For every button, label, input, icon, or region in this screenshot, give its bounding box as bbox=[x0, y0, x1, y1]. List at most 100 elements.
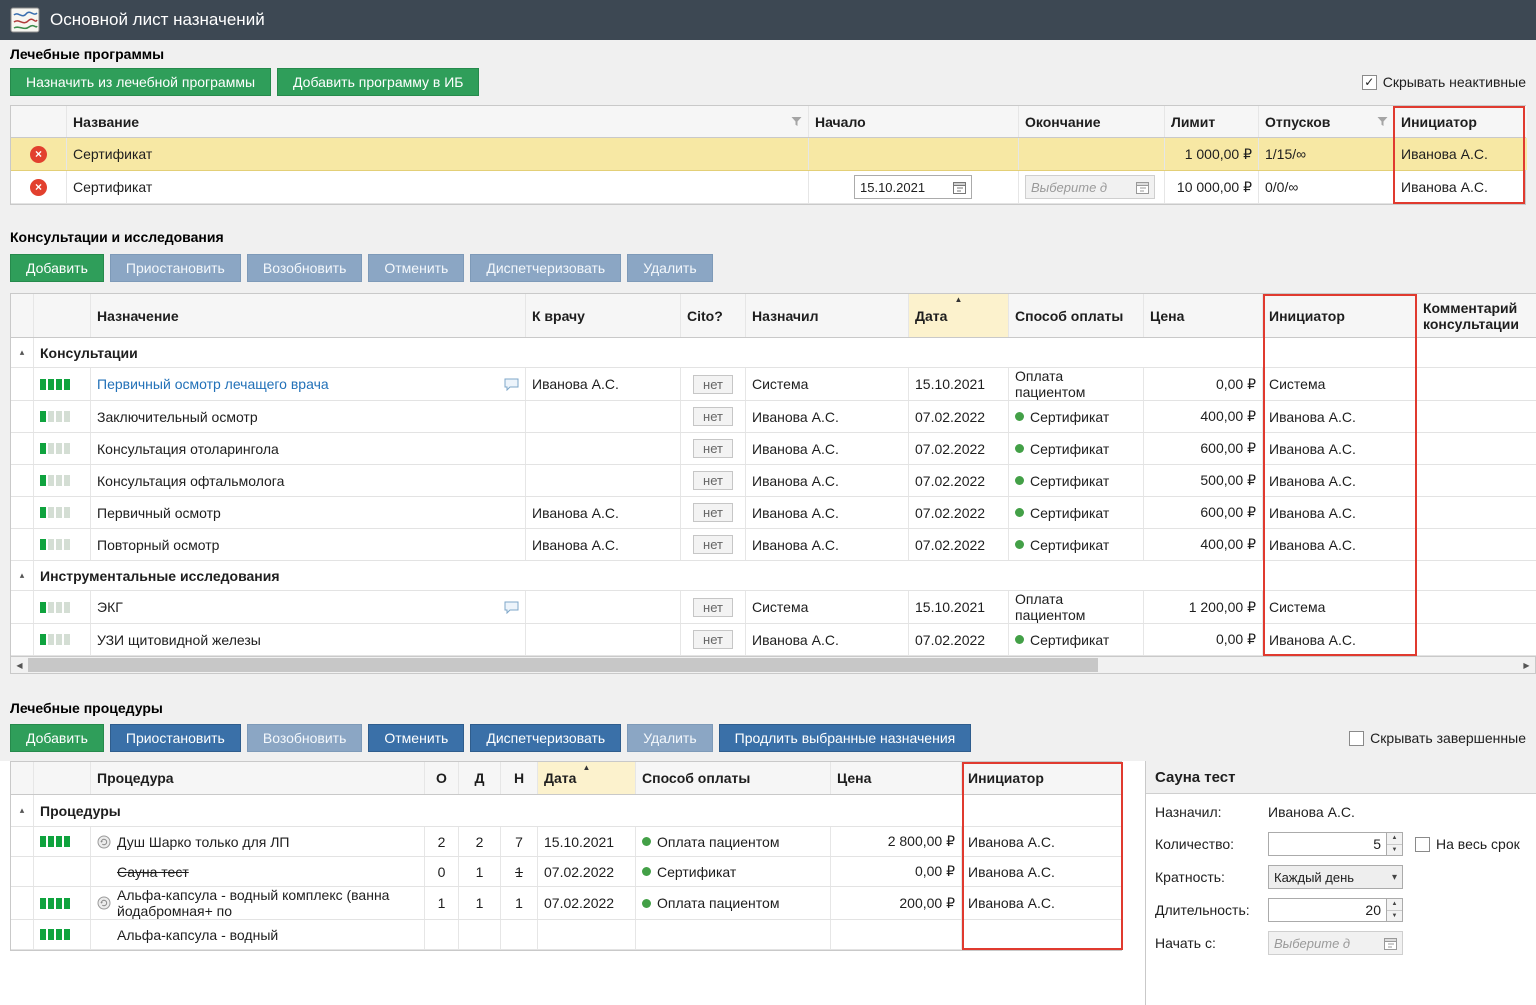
group-row-consultations[interactable]: ▴ Консультации bbox=[11, 338, 1536, 368]
cell-initiator: Иванова А.С. bbox=[962, 857, 1123, 886]
full-period-checkbox[interactable]: На весь срок bbox=[1415, 836, 1520, 852]
payment-label: Сертификат bbox=[1030, 632, 1109, 648]
cell-appointment: Заключительный осмотр bbox=[91, 401, 526, 432]
consultation-row[interactable]: Повторный осмотр Иванова А.С. нет Иванов… bbox=[11, 529, 1536, 561]
cell-comment bbox=[1417, 433, 1536, 464]
col-header-appointment[interactable]: Назначение bbox=[91, 294, 526, 337]
resume-button[interactable]: Возобновить bbox=[247, 724, 363, 752]
procedure-row[interactable]: Сауна тест 0 1 1 07.02.2022 Сертификат 0… bbox=[11, 857, 1121, 887]
dispatch-button[interactable]: Диспетчеризовать bbox=[470, 254, 621, 282]
collapse-icon[interactable]: ▴ bbox=[11, 795, 34, 826]
col-header-comment[interactable]: Комментарий консультации bbox=[1417, 294, 1536, 337]
col-header-price[interactable]: Цена bbox=[831, 762, 962, 794]
spin-down-icon[interactable]: ▼ bbox=[1387, 845, 1402, 856]
add-button[interactable]: Добавить bbox=[10, 724, 104, 752]
duration-value[interactable]: 20 bbox=[1269, 899, 1386, 921]
procedure-row[interactable]: Альфа-капсула - водный комплекс (ванна й… bbox=[11, 887, 1121, 920]
extend-selected-button[interactable]: Продлить выбранные назначения bbox=[719, 724, 972, 752]
quantity-stepper[interactable]: 5 ▲▼ bbox=[1268, 832, 1403, 856]
add-button[interactable]: Добавить bbox=[10, 254, 104, 282]
quantity-value[interactable]: 5 bbox=[1269, 833, 1386, 855]
add-program-to-history-button[interactable]: Добавить программу в ИБ bbox=[277, 68, 479, 96]
procedure-row[interactable]: Душ Шарко только для ЛП 2 2 7 15.10.2021… bbox=[11, 827, 1121, 857]
col-header-o[interactable]: О bbox=[425, 762, 459, 794]
consultation-row[interactable]: ЭКГ нет Система 15.10.2021 Оплата пациен… bbox=[11, 591, 1536, 624]
start-from-date-input[interactable]: Выберите д bbox=[1268, 931, 1403, 955]
delete-icon[interactable]: × bbox=[30, 146, 47, 163]
end-date-input[interactable]: Выберите д bbox=[1025, 175, 1155, 199]
assign-from-program-button[interactable]: Назначить из лечебной программы bbox=[10, 68, 271, 96]
procedure-row[interactable]: Альфа-капсула - водный bbox=[11, 920, 1121, 950]
col-header-dispensed[interactable]: Отпусков bbox=[1259, 106, 1395, 137]
consultation-row[interactable]: Первичный осмотр Иванова А.С. нет Иванов… bbox=[11, 497, 1536, 529]
checkbox-checked-icon: ✓ bbox=[1362, 75, 1377, 90]
cell-date: 15.10.2021 bbox=[909, 591, 1009, 623]
col-header-name[interactable]: Название bbox=[67, 106, 809, 137]
hide-inactive-checkbox[interactable]: ✓ Скрывать неактивные bbox=[1362, 74, 1526, 90]
filter-icon[interactable] bbox=[791, 116, 802, 127]
col-header-payment[interactable]: Способ оплаты bbox=[1009, 294, 1144, 337]
col-header-d[interactable]: Д bbox=[459, 762, 501, 794]
col-name-label: Название bbox=[73, 114, 139, 130]
delete-button[interactable]: Удалить bbox=[627, 724, 712, 752]
comment-icon[interactable] bbox=[504, 601, 519, 614]
spin-up-icon[interactable]: ▲ bbox=[1387, 899, 1402, 911]
consultation-row[interactable]: Первичный осмотр лечащего врача Иванова … bbox=[11, 368, 1536, 401]
col-header-end[interactable]: Окончание bbox=[1019, 106, 1165, 137]
filter-icon[interactable] bbox=[1377, 116, 1388, 127]
col-header-assigned-by[interactable]: Назначил bbox=[746, 294, 909, 337]
group-row-procedures[interactable]: ▴ Процедуры bbox=[11, 795, 1121, 827]
scrollbar-thumb[interactable] bbox=[28, 658, 1098, 672]
col-header-procedure[interactable]: Процедура bbox=[91, 762, 425, 794]
col-header-cito[interactable]: Cito? bbox=[681, 294, 746, 337]
horizontal-scrollbar[interactable]: ◀ ▶ bbox=[10, 657, 1536, 674]
consultation-row[interactable]: Заключительный осмотр нет Иванова А.С. 0… bbox=[11, 401, 1536, 433]
cell-procedure: Альфа-капсула - водный bbox=[91, 920, 425, 949]
col-header-date[interactable]: ▲ Дата bbox=[538, 762, 636, 794]
pause-button[interactable]: Приостановить bbox=[110, 724, 241, 752]
collapse-icon[interactable]: ▴ bbox=[11, 561, 34, 590]
col-header-doctor[interactable]: К врачу bbox=[526, 294, 681, 337]
delete-icon[interactable]: × bbox=[30, 179, 47, 196]
col-header-start[interactable]: Начало bbox=[809, 106, 1019, 137]
delete-button[interactable]: Удалить bbox=[627, 254, 712, 282]
program-row[interactable]: × Сертификат 1 000,00 ₽ 1/15/∞ Иванова А… bbox=[11, 138, 1525, 171]
col-header-payment[interactable]: Способ оплаты bbox=[636, 762, 831, 794]
cancel-button[interactable]: Отменить bbox=[368, 254, 464, 282]
spin-up-icon[interactable]: ▲ bbox=[1387, 833, 1402, 845]
scroll-right-icon[interactable]: ▶ bbox=[1518, 657, 1535, 673]
consultation-row[interactable]: Консультация офтальмолога нет Иванова А.… bbox=[11, 465, 1536, 497]
spin-down-icon[interactable]: ▼ bbox=[1387, 911, 1402, 922]
consultation-row[interactable]: УЗИ щитовидной железы нет Иванова А.С. 0… bbox=[11, 624, 1536, 656]
cell-doctor: Иванова А.С. bbox=[526, 497, 681, 528]
appointment-link[interactable]: Первичный осмотр лечащего врача bbox=[97, 376, 329, 392]
cancel-button[interactable]: Отменить bbox=[368, 724, 464, 752]
consultation-row[interactable]: Консультация отоларингола нет Иванова А.… bbox=[11, 433, 1536, 465]
col-header-price[interactable]: Цена bbox=[1144, 294, 1263, 337]
scroll-left-icon[interactable]: ◀ bbox=[11, 657, 28, 673]
resume-button[interactable]: Возобновить bbox=[247, 254, 363, 282]
frequency-select[interactable]: Каждый день ▾ bbox=[1268, 865, 1403, 889]
pause-button[interactable]: Приостановить bbox=[110, 254, 241, 282]
detail-quantity-row: Количество: 5 ▲▼ На весь срок bbox=[1155, 832, 1536, 856]
col-header-initiator[interactable]: Инициатор bbox=[1263, 294, 1417, 337]
collapse-icon[interactable]: ▴ bbox=[11, 338, 34, 367]
program-row[interactable]: × Сертификат 15.10.2021 Выберите д 10 00… bbox=[11, 171, 1525, 204]
cell-start bbox=[809, 138, 1019, 170]
dispatch-button[interactable]: Диспетчеризовать bbox=[470, 724, 621, 752]
col-header-n[interactable]: Н bbox=[501, 762, 538, 794]
cell-appointment: Повторный осмотр bbox=[91, 529, 526, 560]
col-header-date[interactable]: ▲ Дата bbox=[909, 294, 1009, 337]
comment-icon[interactable] bbox=[504, 378, 519, 391]
start-date-input[interactable]: 15.10.2021 bbox=[854, 175, 972, 199]
hide-finished-checkbox[interactable]: Скрывать завершенные bbox=[1349, 730, 1526, 746]
scrollbar-track[interactable] bbox=[28, 657, 1518, 673]
cell-expand bbox=[11, 887, 34, 919]
group-row-instrumental[interactable]: ▴ Инструментальные исследования bbox=[11, 561, 1536, 591]
col-header-limit[interactable]: Лимит bbox=[1165, 106, 1259, 137]
cito-chip: нет bbox=[693, 375, 733, 394]
col-header-initiator[interactable]: Инициатор bbox=[962, 762, 1123, 794]
cito-chip: нет bbox=[693, 471, 733, 490]
duration-stepper[interactable]: 20 ▲▼ bbox=[1268, 898, 1403, 922]
col-header-initiator[interactable]: Инициатор bbox=[1395, 106, 1527, 137]
